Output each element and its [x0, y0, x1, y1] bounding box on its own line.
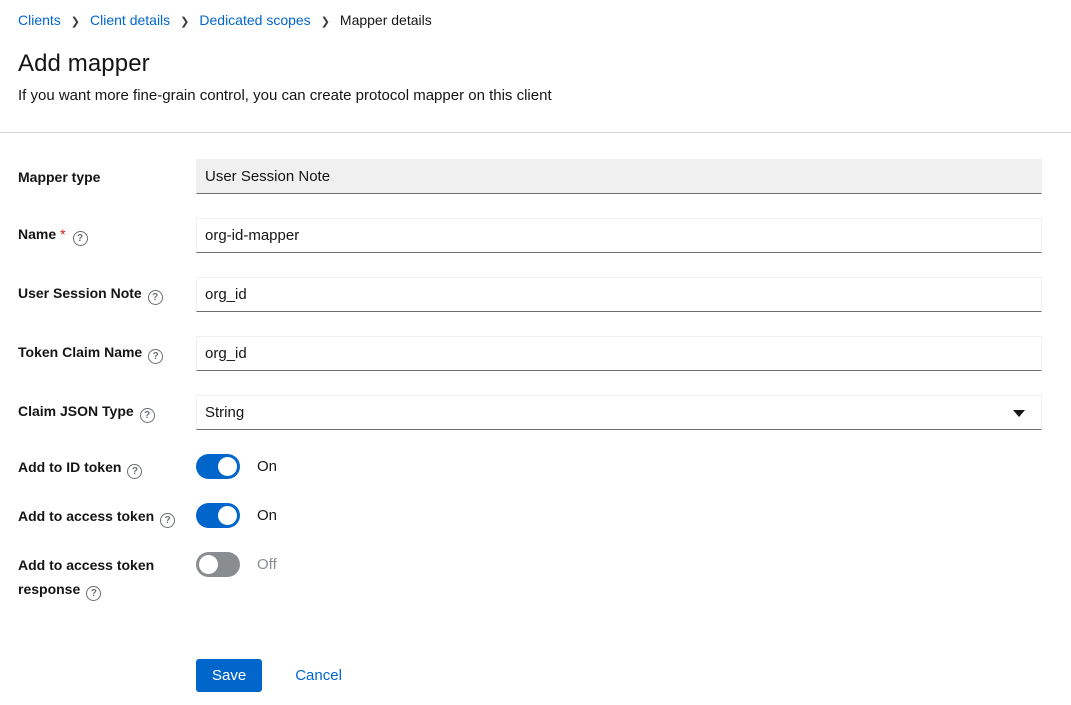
page-title: Add mapper — [18, 50, 1053, 78]
cancel-link[interactable]: Cancel — [295, 667, 342, 684]
add-mapper-form: Mapper type Name*? User Session Note? To… — [0, 133, 1071, 705]
claim-json-type-select[interactable]: String — [196, 395, 1042, 430]
add-to-access-token-response-toggle[interactable] — [196, 552, 240, 577]
required-asterisk: * — [60, 226, 65, 242]
claim-json-type-label-text: Claim JSON Type — [18, 403, 134, 419]
add-to-access-token-response-label: Add to access token response? — [18, 552, 196, 601]
breadcrumb-item-client-details[interactable]: Client details — [90, 12, 170, 28]
user-session-note-label-text: User Session Note — [18, 285, 142, 301]
add-to-id-token-state-label: On — [257, 454, 277, 479]
angle-right-icon: ❯ — [180, 15, 189, 28]
help-icon[interactable]: ? — [148, 349, 163, 364]
add-to-access-token-label: Add to access token? — [18, 503, 196, 528]
add-to-access-token-field: On — [196, 503, 1042, 528]
user-session-note-input[interactable] — [196, 277, 1042, 312]
form-group-add-to-access-token-response: Add to access token response? Off — [18, 552, 1042, 601]
add-to-id-token-label-text: Add to ID token — [18, 459, 121, 475]
mapper-type-input[interactable] — [196, 159, 1042, 194]
user-session-note-field — [196, 277, 1042, 312]
user-session-note-label: User Session Note? — [18, 284, 196, 305]
add-to-access-token-toggle[interactable] — [196, 503, 240, 528]
add-to-access-token-response-state-label: Off — [257, 552, 277, 577]
name-field — [196, 218, 1042, 253]
form-group-name: Name*? — [18, 218, 1042, 253]
form-group-claim-json-type: Claim JSON Type? String — [18, 395, 1042, 430]
form-group-add-to-access-token: Add to access token? On — [18, 503, 1042, 528]
name-input[interactable] — [196, 218, 1042, 253]
claim-json-type-label: Claim JSON Type? — [18, 402, 196, 423]
name-label: Name*? — [18, 225, 196, 246]
form-group-user-session-note: User Session Note? — [18, 277, 1042, 312]
breadcrumb-item-dedicated-scopes[interactable]: Dedicated scopes — [199, 12, 310, 28]
form-group-add-to-id-token: Add to ID token? On — [18, 454, 1042, 479]
mapper-type-label-text: Mapper type — [18, 169, 100, 185]
page-header: Clients ❯ Client details ❯ Dedicated sco… — [0, 0, 1071, 132]
toggle-knob — [199, 555, 218, 574]
token-claim-name-field — [196, 336, 1042, 371]
help-icon[interactable]: ? — [160, 513, 175, 528]
toggle-knob — [218, 457, 237, 476]
help-icon[interactable]: ? — [127, 464, 142, 479]
form-actions: Save Cancel — [196, 659, 1042, 705]
add-to-access-token-state-label: On — [257, 503, 277, 528]
breadcrumb: Clients ❯ Client details ❯ Dedicated sco… — [18, 12, 1053, 28]
form-group-mapper-type: Mapper type — [18, 159, 1042, 194]
token-claim-name-label-text: Token Claim Name — [18, 344, 142, 360]
claim-json-type-selected-value: String — [205, 404, 244, 421]
help-icon[interactable]: ? — [73, 231, 88, 246]
add-to-access-token-response-field: Off — [196, 552, 1042, 577]
toggle-knob — [218, 506, 237, 525]
token-claim-name-label: Token Claim Name? — [18, 343, 196, 364]
add-to-id-token-field: On — [196, 454, 1042, 479]
save-button[interactable]: Save — [196, 659, 262, 692]
mapper-type-field — [196, 159, 1042, 194]
mapper-type-label: Mapper type — [18, 168, 196, 186]
add-to-id-token-toggle[interactable] — [196, 454, 240, 479]
help-icon[interactable]: ? — [86, 586, 101, 601]
angle-right-icon: ❯ — [321, 15, 330, 28]
breadcrumb-item-mapper-details: Mapper details — [340, 12, 432, 28]
form-group-token-claim-name: Token Claim Name? — [18, 336, 1042, 371]
add-to-access-token-label-text: Add to access token — [18, 508, 154, 524]
claim-json-type-field: String — [196, 395, 1042, 430]
help-icon[interactable]: ? — [148, 290, 163, 305]
token-claim-name-input[interactable] — [196, 336, 1042, 371]
breadcrumb-item-clients[interactable]: Clients — [18, 12, 61, 28]
angle-right-icon: ❯ — [71, 15, 80, 28]
help-icon[interactable]: ? — [140, 408, 155, 423]
page-description: If you want more fine-grain control, you… — [18, 87, 1053, 132]
name-label-text: Name — [18, 226, 56, 242]
add-to-id-token-label: Add to ID token? — [18, 454, 196, 479]
